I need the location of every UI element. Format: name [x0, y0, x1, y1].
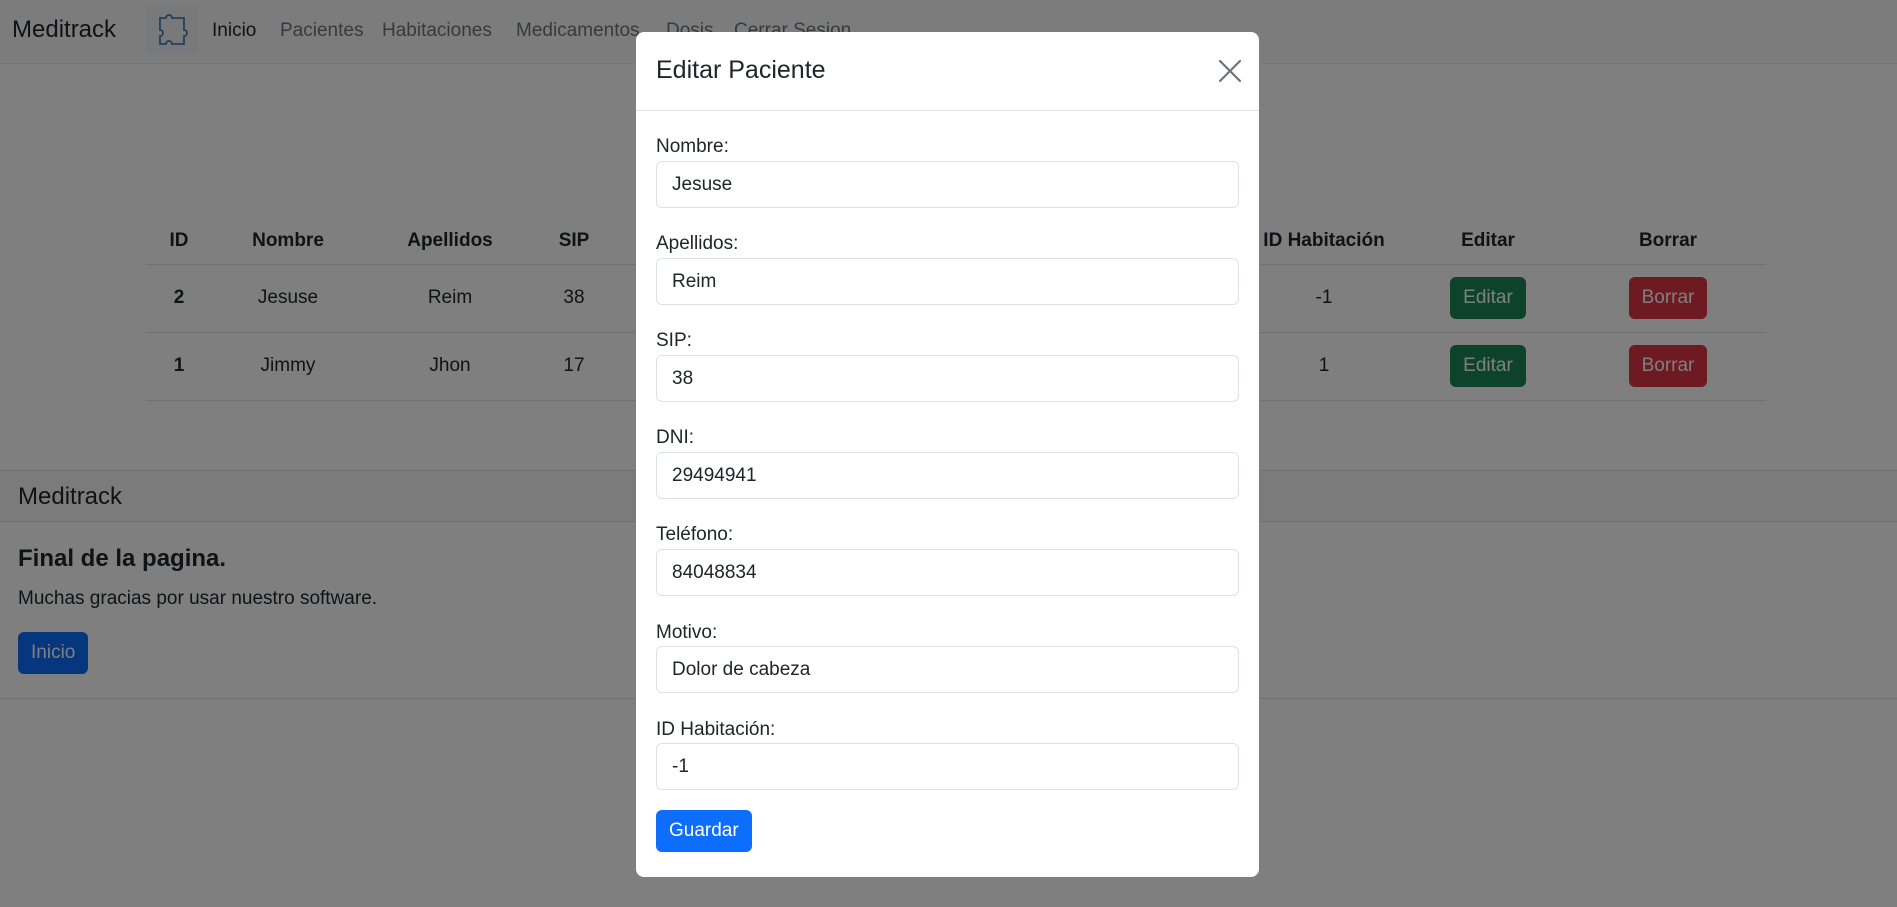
- telefono-label: Teléfono:: [656, 524, 734, 545]
- save-button[interactable]: Guardar: [656, 810, 752, 852]
- modal-title: Editar Paciente: [656, 56, 826, 84]
- sip-input[interactable]: [656, 355, 1239, 402]
- id-habitacion-input[interactable]: [656, 743, 1239, 790]
- dni-label: DNI:: [656, 427, 694, 448]
- motivo-label: Motivo:: [656, 622, 718, 643]
- motivo-input[interactable]: [656, 646, 1239, 693]
- dni-input[interactable]: [656, 452, 1239, 499]
- sip-label: SIP:: [656, 330, 692, 351]
- nombre-label: Nombre:: [656, 136, 729, 157]
- telefono-input[interactable]: [656, 549, 1239, 596]
- edit-patient-modal: Editar Paciente Nombre: Apellidos: SIP: …: [636, 32, 1259, 877]
- apellidos-input[interactable]: [656, 258, 1239, 305]
- id-habitacion-label: ID Habitación:: [656, 719, 776, 740]
- close-icon[interactable]: [1217, 58, 1243, 84]
- nombre-input[interactable]: [656, 161, 1239, 208]
- modal-header: Editar Paciente: [636, 32, 1259, 111]
- apellidos-label: Apellidos:: [656, 233, 739, 254]
